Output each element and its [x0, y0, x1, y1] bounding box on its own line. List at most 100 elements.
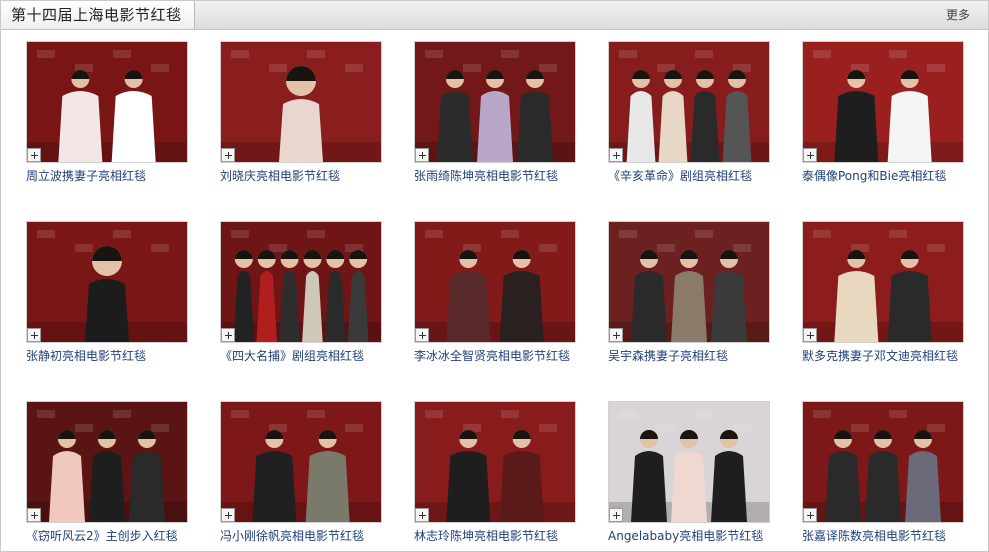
expand-icon[interactable]	[221, 328, 235, 342]
person-figure	[305, 451, 350, 522]
photo-image	[803, 402, 963, 522]
photo-image	[27, 42, 187, 162]
person-figure	[58, 91, 103, 162]
photo-thumbnail[interactable]	[414, 401, 576, 523]
gallery-item[interactable]: 张雨绮陈坤亮相电影节红毯	[414, 41, 576, 191]
photo-thumbnail[interactable]	[414, 41, 576, 163]
photo-image	[415, 222, 575, 342]
photo-caption-link[interactable]: Angelababy亮相电影节红毯	[608, 527, 770, 544]
panel-header: 第十四届上海电影节红毯 更多	[1, 1, 988, 30]
expand-icon[interactable]	[609, 328, 623, 342]
gallery-item[interactable]: 《四大名捕》剧组亮相红毯	[220, 221, 382, 371]
photo-image	[221, 222, 381, 342]
photo-caption-link[interactable]: 《辛亥革命》剧组亮相红毯	[608, 167, 770, 184]
person-figure	[865, 451, 901, 522]
expand-icon[interactable]	[221, 148, 235, 162]
expand-icon[interactable]	[27, 148, 41, 162]
gallery-item[interactable]: 李冰冰全智贤亮相电影节红毯	[414, 221, 576, 371]
photo-image	[415, 402, 575, 522]
expand-icon[interactable]	[415, 148, 429, 162]
photo-thumbnail[interactable]	[220, 401, 382, 523]
gallery-item[interactable]: 冯小刚徐帆亮相电影节红毯	[220, 401, 382, 551]
gallery-item[interactable]: 周立波携妻子亮相红毯	[26, 41, 188, 191]
photo-image	[609, 222, 769, 342]
person-figure	[477, 91, 513, 162]
gallery-item[interactable]: 默多克携妻子邓文迪亮相红毯	[802, 221, 964, 371]
person-figure	[437, 91, 473, 162]
photo-thumbnail[interactable]	[802, 401, 964, 523]
photo-thumbnail[interactable]	[802, 221, 964, 343]
photo-thumbnail[interactable]	[608, 221, 770, 343]
person-figure	[129, 451, 165, 522]
person-figure	[49, 451, 85, 522]
person-figure	[499, 271, 544, 342]
expand-icon[interactable]	[609, 508, 623, 522]
person-figure	[626, 91, 656, 162]
photo-thumbnail[interactable]	[414, 221, 576, 343]
photo-image	[27, 402, 187, 522]
expand-icon[interactable]	[27, 508, 41, 522]
expand-icon[interactable]	[221, 508, 235, 522]
photo-thumbnail[interactable]	[26, 41, 188, 163]
photo-image	[221, 402, 381, 522]
gallery-item[interactable]: 《窃听风云2》主创步入红毯	[26, 401, 188, 551]
photo-thumbnail[interactable]	[608, 401, 770, 523]
gallery-item[interactable]: 《辛亥革命》剧组亮相红毯	[608, 41, 770, 191]
person-figure	[499, 451, 544, 522]
photo-caption-link[interactable]: 默多克携妻子邓文迪亮相红毯	[802, 347, 964, 364]
photo-image	[415, 42, 575, 162]
person-figure	[631, 271, 667, 342]
gallery-item[interactable]: 泰偶像Pong和Bie亮相红毯	[802, 41, 964, 191]
photo-caption-link[interactable]: 《窃听风云2》主创步入红毯	[26, 527, 188, 544]
photo-caption-link[interactable]: 李冰冰全智贤亮相电影节红毯	[414, 347, 576, 364]
person-figure	[671, 271, 707, 342]
photo-caption-link[interactable]: 《四大名捕》剧组亮相红毯	[220, 347, 382, 364]
person-figure	[446, 451, 491, 522]
gallery-item[interactable]: 张嘉译陈数亮相电影节红毯	[802, 401, 964, 551]
gallery-item[interactable]: 林志玲陈坤亮相电影节红毯	[414, 401, 576, 551]
photo-caption-link[interactable]: 泰偶像Pong和Bie亮相红毯	[802, 167, 964, 184]
expand-icon[interactable]	[609, 148, 623, 162]
photo-caption-link[interactable]: 冯小刚徐帆亮相电影节红毯	[220, 527, 382, 544]
photo-caption-link[interactable]: 吴宇森携妻子亮相红毯	[608, 347, 770, 364]
photo-thumbnail[interactable]	[220, 41, 382, 163]
expand-icon[interactable]	[803, 328, 817, 342]
photo-thumbnail[interactable]	[26, 221, 188, 343]
person-figure	[111, 91, 156, 162]
panel-title: 第十四届上海电影节红毯	[1, 1, 195, 29]
photo-thumbnail[interactable]	[608, 41, 770, 163]
photo-caption-link[interactable]: 张静初亮相电影节红毯	[26, 347, 188, 364]
expand-icon[interactable]	[803, 148, 817, 162]
gallery-item[interactable]: 刘晓庆亮相电影节红毯	[220, 41, 382, 191]
photo-caption-link[interactable]: 周立波携妻子亮相红毯	[26, 167, 188, 184]
more-link[interactable]: 更多	[946, 1, 970, 29]
person-figure	[711, 271, 747, 342]
person-figure	[671, 451, 707, 522]
person-figure	[517, 91, 553, 162]
expand-icon[interactable]	[415, 328, 429, 342]
expand-icon[interactable]	[803, 508, 817, 522]
expand-icon[interactable]	[415, 508, 429, 522]
gallery-item[interactable]: Angelababy亮相电影节红毯	[608, 401, 770, 551]
photo-image	[609, 402, 769, 522]
person-figure	[279, 99, 323, 162]
person-figure	[711, 451, 747, 522]
gallery-item[interactable]: 吴宇森携妻子亮相红毯	[608, 221, 770, 371]
person-figure	[658, 91, 688, 162]
photo-caption-link[interactable]: 林志玲陈坤亮相电影节红毯	[414, 527, 576, 544]
photo-caption-link[interactable]: 张嘉译陈数亮相电影节红毯	[802, 527, 964, 544]
photo-thumbnail[interactable]	[26, 401, 188, 523]
person-figure	[690, 91, 720, 162]
person-figure	[89, 451, 125, 522]
person-figure	[446, 271, 491, 342]
person-figure	[834, 271, 879, 342]
photo-thumbnail[interactable]	[220, 221, 382, 343]
photo-thumbnail[interactable]	[802, 41, 964, 163]
gallery-item[interactable]: 张静初亮相电影节红毯	[26, 221, 188, 371]
photo-caption-link[interactable]: 张雨绮陈坤亮相电影节红毯	[414, 167, 576, 184]
expand-icon[interactable]	[27, 328, 41, 342]
photo-image	[803, 42, 963, 162]
photo-caption-link[interactable]: 刘晓庆亮相电影节红毯	[220, 167, 382, 184]
person-figure	[631, 451, 667, 522]
photo-image	[609, 42, 769, 162]
